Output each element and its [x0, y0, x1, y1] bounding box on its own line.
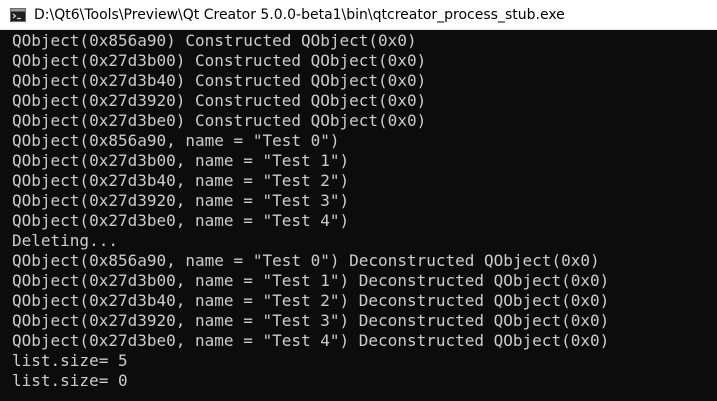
console-line: QObject(0x856a90, name = "Test 0") Decon…: [12, 251, 600, 270]
console-line: QObject(0x856a90) Constructed QObject(0x…: [12, 31, 417, 50]
console-app-icon: [10, 7, 26, 22]
console-line: QObject(0x27d3b00) Constructed QObject(0…: [12, 51, 427, 70]
console-line: QObject(0x27d3b00, name = "Test 1") Deco…: [12, 271, 610, 290]
console-line: Deleting...: [12, 231, 118, 250]
console-window: D:\Qt6\Tools\Preview\Qt Creator 5.0.0-be…: [0, 0, 717, 401]
console-line: QObject(0x27d3be0, name = "Test 4") Deco…: [12, 331, 610, 350]
console-line: QObject(0x27d3be0, name = "Test 4"): [12, 211, 350, 230]
console-line: QObject(0x27d3920) Constructed QObject(0…: [12, 91, 427, 110]
console-line: QObject(0x856a90, name = "Test 0"): [12, 131, 340, 150]
window-title: D:\Qt6\Tools\Preview\Qt Creator 5.0.0-be…: [34, 6, 565, 23]
console-line: list.size= 5: [12, 351, 128, 370]
console-line: QObject(0x27d3b40, name = "Test 2") Deco…: [12, 291, 610, 310]
console-line: QObject(0x27d3b40, name = "Test 2"): [12, 171, 350, 190]
console-line: QObject(0x27d3920, name = "Test 3") Deco…: [12, 311, 610, 330]
console-line: QObject(0x27d3be0) Constructed QObject(0…: [12, 111, 427, 130]
console-line: QObject(0x27d3b00, name = "Test 1"): [12, 151, 350, 170]
console-line: list.size= 0: [12, 371, 128, 390]
console-line: QObject(0x27d3920, name = "Test 3"): [12, 191, 350, 210]
title-bar[interactable]: D:\Qt6\Tools\Preview\Qt Creator 5.0.0-be…: [0, 0, 717, 30]
console-line: QObject(0x27d3b40) Constructed QObject(0…: [12, 71, 427, 90]
console-output[interactable]: QObject(0x856a90) Constructed QObject(0x…: [12, 31, 717, 401]
